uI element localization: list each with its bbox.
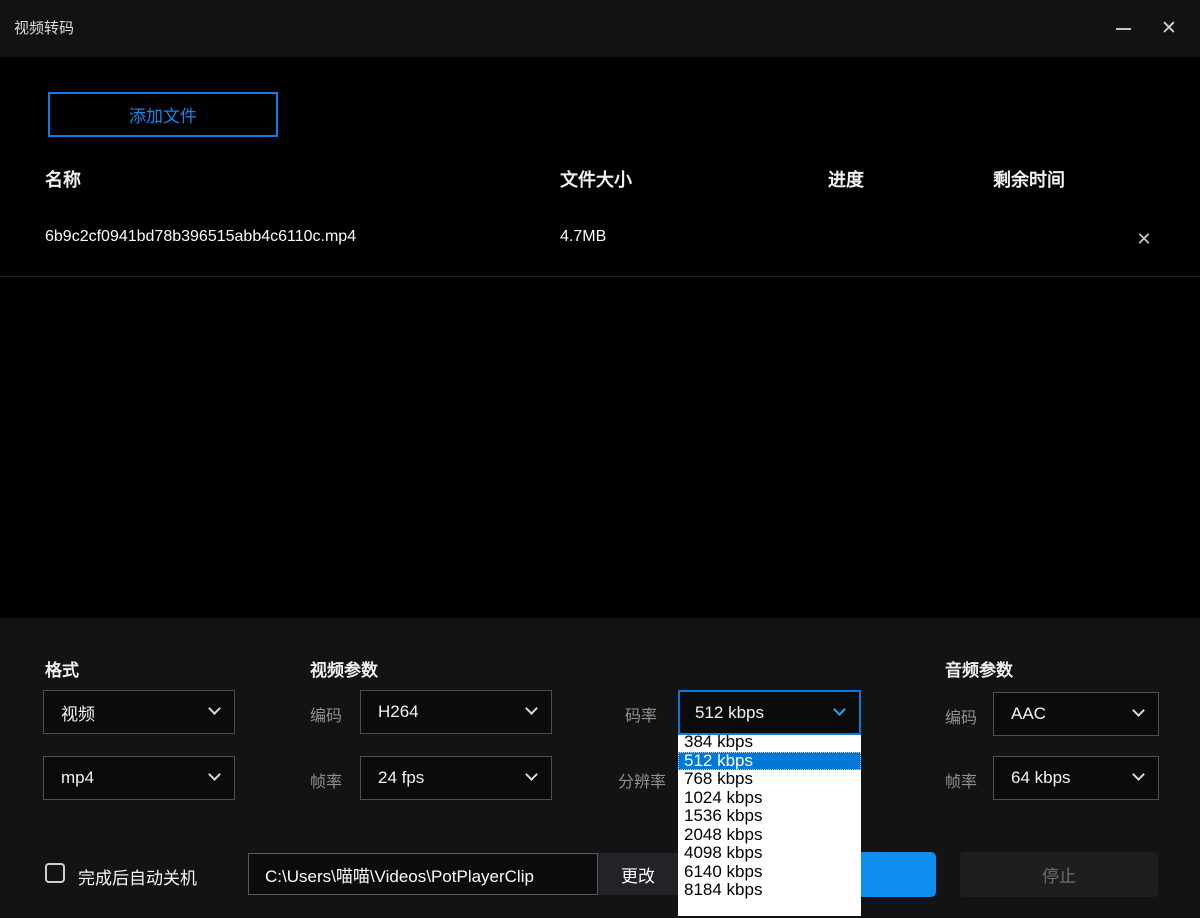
video-codec-select[interactable]: H264 xyxy=(360,690,552,734)
video-fps-value: 24 fps xyxy=(378,768,424,788)
minimize-button[interactable] xyxy=(1100,0,1146,57)
file-size: 4.7MB xyxy=(560,228,606,246)
minimize-icon xyxy=(1116,28,1131,30)
column-header-remaining: 剩余时间 xyxy=(993,166,1065,190)
shutdown-after-checkbox[interactable] xyxy=(45,863,65,883)
chevron-down-icon xyxy=(833,703,846,716)
chevron-down-icon xyxy=(1132,768,1145,781)
chevron-down-icon xyxy=(525,768,538,781)
audio-bitrate-label: 帧率 xyxy=(945,768,977,792)
video-codec-label: 编码 xyxy=(310,702,342,726)
bitrate-dropdown-list[interactable]: 384 kbps512 kbps768 kbps1024 kbps1536 kb… xyxy=(678,735,861,916)
video-fps-select[interactable]: 24 fps xyxy=(360,756,552,800)
video-bitrate-value: 512 kbps xyxy=(695,703,764,723)
output-path-value: C:\Users\喵喵\Videos\PotPlayerClip xyxy=(265,862,534,887)
close-icon: ✕ xyxy=(1161,19,1177,38)
format-type-value: 视频 xyxy=(61,700,95,725)
audio-params-section-title: 音频参数 xyxy=(945,656,1013,681)
format-type-select[interactable]: 视频 xyxy=(43,690,235,734)
add-file-button[interactable]: 添加文件 xyxy=(48,92,278,137)
file-name: 6b9c2cf0941bd78b396515abb4c6110c.mp4 xyxy=(45,228,356,246)
window-title: 视频转码 xyxy=(14,0,74,57)
audio-codec-select[interactable]: AAC xyxy=(993,692,1159,736)
close-button[interactable]: ✕ xyxy=(1146,0,1192,57)
video-codec-value: H264 xyxy=(378,702,419,722)
video-params-section-title: 视频参数 xyxy=(310,656,378,681)
bitrate-option[interactable]: 8184 kbps xyxy=(678,881,861,900)
row-divider xyxy=(0,276,1200,277)
column-header-size: 文件大小 xyxy=(560,166,632,190)
bitrate-option[interactable]: 2048 kbps xyxy=(678,826,861,845)
video-bitrate-label: 码率 xyxy=(625,702,657,726)
container-format-value: mp4 xyxy=(61,768,94,788)
column-header-progress: 进度 xyxy=(828,166,864,190)
format-section-title: 格式 xyxy=(45,656,79,681)
change-path-button[interactable]: 更改 xyxy=(598,853,678,895)
container-format-select[interactable]: mp4 xyxy=(43,756,235,800)
bitrate-option[interactable]: 6140 kbps xyxy=(678,863,861,882)
audio-bitrate-select[interactable]: 64 kbps xyxy=(993,756,1159,800)
bitrate-option[interactable]: 512 kbps xyxy=(678,752,861,771)
video-resolution-label: 分辨率 xyxy=(618,768,666,792)
output-path-field[interactable]: C:\Users\喵喵\Videos\PotPlayerClip xyxy=(248,853,598,895)
column-header-name: 名称 xyxy=(45,166,81,190)
chevron-down-icon xyxy=(1132,704,1145,717)
video-transcode-window: 视频转码 ✕ 添加文件 名称 文件大小 进度 剩余时间 6b9c2cf0941b… xyxy=(0,0,1200,918)
video-fps-label: 帧率 xyxy=(310,768,342,792)
remove-file-button[interactable]: ✕ xyxy=(1130,225,1158,253)
close-icon: ✕ xyxy=(1136,229,1151,250)
bitrate-option[interactable]: 768 kbps xyxy=(678,770,861,789)
bitrate-option[interactable]: 4098 kbps xyxy=(678,844,861,863)
video-bitrate-select[interactable]: 512 kbps xyxy=(678,690,861,735)
titlebar: 视频转码 ✕ xyxy=(0,0,1200,57)
bitrate-option[interactable]: 1536 kbps xyxy=(678,807,861,826)
shutdown-after-label: 完成后自动关机 xyxy=(78,864,197,889)
audio-codec-value: AAC xyxy=(1011,704,1046,724)
bitrate-option[interactable]: 1024 kbps xyxy=(678,789,861,808)
audio-bitrate-value: 64 kbps xyxy=(1011,768,1071,788)
bitrate-option[interactable]: 384 kbps xyxy=(678,733,861,752)
chevron-down-icon xyxy=(208,768,221,781)
chevron-down-icon xyxy=(525,702,538,715)
audio-codec-label: 编码 xyxy=(945,704,977,728)
stop-button[interactable]: 停止 xyxy=(960,852,1158,897)
chevron-down-icon xyxy=(208,702,221,715)
